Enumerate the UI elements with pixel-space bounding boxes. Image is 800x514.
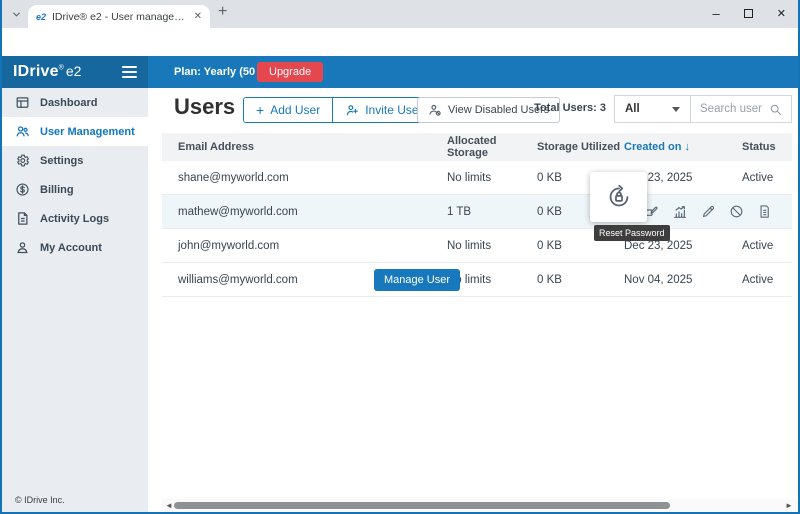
cell-created: Nov 04, 2025 [624,274,742,286]
cell-created: Dec 23, 2025 [624,240,742,252]
filter-dropdown[interactable]: All [615,96,691,122]
reset-password-tooltip: Reset Password [594,225,670,241]
favicon: e2 [36,12,46,22]
cell-allocated: No limits [447,274,537,286]
col-status[interactable]: Status [742,141,792,153]
copyright: © IDrive Inc. [15,495,65,505]
cell-status: Active [742,274,792,286]
col-allocated[interactable]: Allocated Storage [447,135,537,159]
cell-email: john@myworld.com [162,240,447,252]
col-email[interactable]: Email Address [162,141,447,153]
col-created-on[interactable]: Created on↓ [624,141,742,153]
table-row[interactable]: mathew@myworld.com 1 TB 0 KB [162,195,792,229]
window-controls: – ✕ [713,2,786,24]
table-row[interactable]: john@myworld.com No limits 0 KB Dec 23, … [162,229,792,263]
person-disabled-icon [428,103,442,117]
tab-search-chevron-icon[interactable] [9,7,24,22]
cell-email: shane@myworld.com [162,172,447,184]
tab-close-icon[interactable]: ✕ [194,11,202,22]
cell-status: Active [742,240,792,252]
maximize-icon[interactable] [744,9,753,18]
disable-user-icon[interactable] [729,204,744,219]
sidebar-item-settings[interactable]: Settings [2,146,148,175]
minimize-icon[interactable]: – [713,6,720,21]
scroll-left-icon[interactable]: ◄ [165,501,173,510]
upgrade-button[interactable]: Upgrade [257,62,323,82]
reset-password-hover-card[interactable] [590,172,647,222]
search-field [691,96,791,122]
sidebar-item-activity-logs[interactable]: Activity Logs [2,204,148,233]
cell-status: Active [742,172,792,184]
dashboard-icon [15,95,30,110]
search-icon[interactable] [769,103,782,116]
plus-icon: + [256,104,264,116]
chevron-down-icon [672,107,680,112]
logs-file-icon[interactable] [757,204,772,219]
user-actions-group: + Add User Invite Users [243,97,442,123]
cell-allocated: No limits [447,240,537,252]
table-row[interactable]: williams@myworld.com No limits 0 KB Nov … [162,263,792,297]
sidebar-item-dashboard[interactable]: Dashboard [2,88,148,117]
sidebar-item-user-management[interactable]: User Management [2,117,148,146]
scrollbar-thumb[interactable] [174,502,670,509]
cell-allocated: 1 TB [447,206,537,218]
gear-icon [15,153,30,168]
users-icon [15,124,30,139]
logo-zone: IDrive®e2 [2,56,148,88]
tab-strip: e2 IDrive® e2 - User management ✕ + – ✕ [2,0,798,28]
browser-tab[interactable]: e2 IDrive® e2 - User management ✕ [28,5,210,28]
users-table: Email Address Allocated Storage Storage … [162,133,792,297]
menu-icon[interactable] [122,66,137,78]
statistics-icon[interactable] [672,204,688,220]
person-icon [15,240,30,255]
tab-title: IDrive® e2 - User management [52,11,188,23]
table-row[interactable]: shane@myworld.com No limits 0 KB Dec 23,… [162,161,792,195]
window-close-icon[interactable]: ✕ [777,7,786,20]
cell-utilized: 0 KB [537,240,624,252]
reset-password-icon [606,184,632,210]
logo: IDrive®e2 [13,63,81,81]
cell-allocated: No limits [447,172,537,184]
browser-window: e2 IDrive® e2 - User management ✕ + – ✕ … [0,0,800,514]
cell-email: mathew@myworld.com [162,206,447,218]
total-users-label: Total Users: 3 [514,102,606,114]
person-plus-icon [345,103,359,117]
add-user-button[interactable]: + Add User [244,98,332,122]
cell-utilized: 0 KB [537,274,624,286]
sidebar: Dashboard User Management Settings Billi… [2,88,148,512]
filter-search-box: All [614,95,792,123]
scroll-right-icon[interactable]: ► [785,501,793,510]
col-utilized[interactable]: Storage Utilized [537,141,624,153]
new-tab-button[interactable]: + [218,3,227,21]
row-action-icons [643,195,772,228]
sidebar-item-my-account[interactable]: My Account [2,233,148,262]
table-header: Email Address Allocated Storage Storage … [162,133,792,161]
page-title: Users [174,94,235,120]
main-content: Users + Add User Invite Users View Disab… [148,88,798,512]
app-header: IDrive®e2 Plan: Yearly (50 TB) Upgrade E… [2,56,798,88]
browser-toolbar: ← → console.idrivee2.com/reseller-user-m… [2,28,798,56]
sidebar-item-billing[interactable]: Billing [2,175,148,204]
activity-log-icon [15,211,30,226]
dollar-icon [15,182,30,197]
edit-pencil-icon[interactable] [701,204,716,219]
manage-user-button[interactable]: Manage User [374,269,460,291]
sort-down-icon: ↓ [684,141,690,153]
search-input[interactable] [700,103,763,115]
